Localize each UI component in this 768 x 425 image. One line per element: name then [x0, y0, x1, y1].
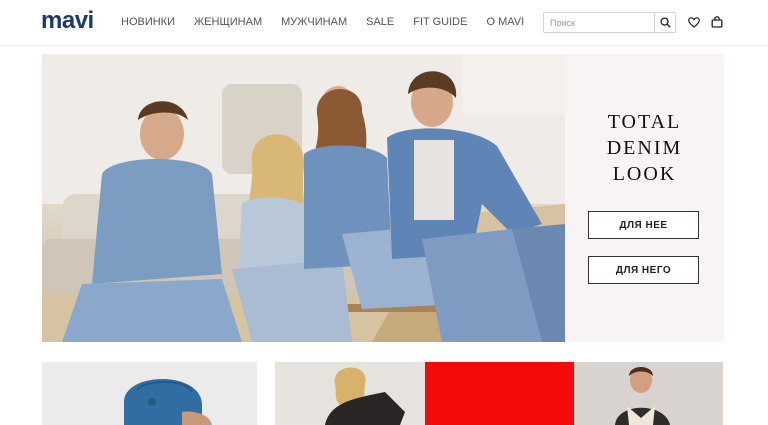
- search-box: [543, 12, 676, 33]
- search-input[interactable]: [544, 13, 654, 32]
- category-tile-accessories[interactable]: [42, 362, 257, 425]
- wishlist-button[interactable]: [686, 14, 702, 30]
- hero-promo-panel: TOTAL DENIM LOOK ДЛЯ НЕЕ ДЛЯ НЕГО: [565, 54, 724, 342]
- hero-title-line-2: DENIM: [606, 137, 683, 159]
- search-icon: [659, 17, 671, 28]
- heart-icon: [688, 16, 700, 28]
- shop-women-button[interactable]: ДЛЯ НЕЕ: [588, 211, 699, 239]
- search-button[interactable]: [654, 13, 675, 32]
- nav-item-women[interactable]: ЖЕНЩИНАМ: [194, 15, 262, 29]
- nav-item-about-mavi[interactable]: О MAVI: [486, 15, 524, 29]
- cart-button[interactable]: [709, 14, 725, 30]
- nav-item-new[interactable]: НОВИНКИ: [121, 15, 175, 29]
- nav-item-men[interactable]: МУЖЧИНАМ: [281, 15, 347, 29]
- hero-banner: TOTAL DENIM LOOK ДЛЯ НЕЕ ДЛЯ НЕГО: [42, 54, 724, 342]
- hero-title-line-1: TOTAL: [607, 111, 682, 133]
- mavi-logo[interactable]: mavi: [41, 8, 94, 34]
- red-promo-block: [425, 362, 574, 425]
- shop-men-button[interactable]: ДЛЯ НЕГО: [588, 256, 699, 284]
- category-tile-collection[interactable]: [275, 362, 723, 425]
- main-nav: НОВИНКИ ЖЕНЩИНАМ МУЖЧИНАМ SALE FIT GUIDE…: [121, 15, 543, 29]
- bag-icon: [711, 16, 723, 28]
- nav-item-sale[interactable]: SALE: [366, 15, 394, 29]
- cap-model-photo: [42, 362, 257, 425]
- hero-photo-illustration: [42, 54, 565, 342]
- hero-title-line-3: LOOK: [612, 163, 677, 185]
- nav-item-fit-guide[interactable]: FIT GUIDE: [413, 15, 467, 29]
- site-header: mavi НОВИНКИ ЖЕНЩИНАМ МУЖЧИНАМ SALE FIT …: [0, 0, 768, 46]
- hero-photo[interactable]: [42, 54, 565, 342]
